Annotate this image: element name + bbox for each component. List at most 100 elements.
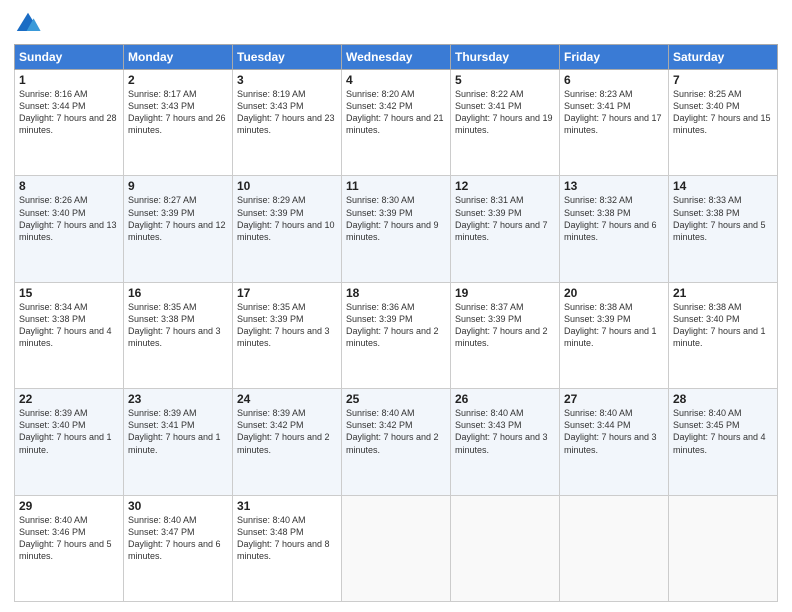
day-content: Sunrise: 8:40 AM Sunset: 3:43 PM Dayligh… — [455, 407, 555, 456]
day-number: 8 — [19, 179, 119, 193]
day-number: 5 — [455, 73, 555, 87]
weekday-header-row: SundayMondayTuesdayWednesdayThursdayFrid… — [15, 45, 778, 70]
day-content: Sunrise: 8:34 AM Sunset: 3:38 PM Dayligh… — [19, 301, 119, 350]
day-number: 9 — [128, 179, 228, 193]
day-number: 30 — [128, 499, 228, 513]
calendar-day-cell: 17Sunrise: 8:35 AM Sunset: 3:39 PM Dayli… — [233, 282, 342, 388]
day-number: 21 — [673, 286, 773, 300]
day-number: 16 — [128, 286, 228, 300]
day-content: Sunrise: 8:37 AM Sunset: 3:39 PM Dayligh… — [455, 301, 555, 350]
calendar-day-cell: 6Sunrise: 8:23 AM Sunset: 3:41 PM Daylig… — [560, 70, 669, 176]
calendar-day-cell: 19Sunrise: 8:37 AM Sunset: 3:39 PM Dayli… — [451, 282, 560, 388]
calendar-day-cell: 25Sunrise: 8:40 AM Sunset: 3:42 PM Dayli… — [342, 389, 451, 495]
day-number: 23 — [128, 392, 228, 406]
day-content: Sunrise: 8:40 AM Sunset: 3:42 PM Dayligh… — [346, 407, 446, 456]
calendar-day-cell: 18Sunrise: 8:36 AM Sunset: 3:39 PM Dayli… — [342, 282, 451, 388]
day-content: Sunrise: 8:40 AM Sunset: 3:46 PM Dayligh… — [19, 514, 119, 563]
day-content: Sunrise: 8:20 AM Sunset: 3:42 PM Dayligh… — [346, 88, 446, 137]
day-number: 14 — [673, 179, 773, 193]
calendar-day-cell: 5Sunrise: 8:22 AM Sunset: 3:41 PM Daylig… — [451, 70, 560, 176]
day-number: 31 — [237, 499, 337, 513]
day-number: 22 — [19, 392, 119, 406]
weekday-header-cell: Tuesday — [233, 45, 342, 70]
day-content: Sunrise: 8:29 AM Sunset: 3:39 PM Dayligh… — [237, 194, 337, 243]
calendar-table: SundayMondayTuesdayWednesdayThursdayFrid… — [14, 44, 778, 602]
weekday-header-cell: Friday — [560, 45, 669, 70]
calendar-day-cell: 9Sunrise: 8:27 AM Sunset: 3:39 PM Daylig… — [124, 176, 233, 282]
day-content: Sunrise: 8:31 AM Sunset: 3:39 PM Dayligh… — [455, 194, 555, 243]
calendar-day-cell: 7Sunrise: 8:25 AM Sunset: 3:40 PM Daylig… — [669, 70, 778, 176]
day-number: 20 — [564, 286, 664, 300]
calendar-day-cell: 31Sunrise: 8:40 AM Sunset: 3:48 PM Dayli… — [233, 495, 342, 601]
page: SundayMondayTuesdayWednesdayThursdayFrid… — [0, 0, 792, 612]
calendar-day-cell: 30Sunrise: 8:40 AM Sunset: 3:47 PM Dayli… — [124, 495, 233, 601]
day-content: Sunrise: 8:16 AM Sunset: 3:44 PM Dayligh… — [19, 88, 119, 137]
calendar-week-row: 15Sunrise: 8:34 AM Sunset: 3:38 PM Dayli… — [15, 282, 778, 388]
day-content: Sunrise: 8:40 AM Sunset: 3:48 PM Dayligh… — [237, 514, 337, 563]
day-content: Sunrise: 8:40 AM Sunset: 3:47 PM Dayligh… — [128, 514, 228, 563]
calendar-day-cell: 11Sunrise: 8:30 AM Sunset: 3:39 PM Dayli… — [342, 176, 451, 282]
day-number: 3 — [237, 73, 337, 87]
day-content: Sunrise: 8:26 AM Sunset: 3:40 PM Dayligh… — [19, 194, 119, 243]
day-number: 17 — [237, 286, 337, 300]
day-number: 25 — [346, 392, 446, 406]
day-number: 7 — [673, 73, 773, 87]
calendar-day-cell: 1Sunrise: 8:16 AM Sunset: 3:44 PM Daylig… — [15, 70, 124, 176]
day-content: Sunrise: 8:27 AM Sunset: 3:39 PM Dayligh… — [128, 194, 228, 243]
calendar-day-cell: 12Sunrise: 8:31 AM Sunset: 3:39 PM Dayli… — [451, 176, 560, 282]
calendar-day-cell: 23Sunrise: 8:39 AM Sunset: 3:41 PM Dayli… — [124, 389, 233, 495]
day-content: Sunrise: 8:35 AM Sunset: 3:39 PM Dayligh… — [237, 301, 337, 350]
calendar-day-cell: 26Sunrise: 8:40 AM Sunset: 3:43 PM Dayli… — [451, 389, 560, 495]
calendar-day-cell: 13Sunrise: 8:32 AM Sunset: 3:38 PM Dayli… — [560, 176, 669, 282]
calendar-day-cell: 29Sunrise: 8:40 AM Sunset: 3:46 PM Dayli… — [15, 495, 124, 601]
calendar-day-cell — [451, 495, 560, 601]
day-number: 15 — [19, 286, 119, 300]
header — [14, 10, 778, 38]
day-content: Sunrise: 8:17 AM Sunset: 3:43 PM Dayligh… — [128, 88, 228, 137]
day-content: Sunrise: 8:32 AM Sunset: 3:38 PM Dayligh… — [564, 194, 664, 243]
day-content: Sunrise: 8:33 AM Sunset: 3:38 PM Dayligh… — [673, 194, 773, 243]
calendar-day-cell — [669, 495, 778, 601]
calendar-week-row: 1Sunrise: 8:16 AM Sunset: 3:44 PM Daylig… — [15, 70, 778, 176]
day-number: 19 — [455, 286, 555, 300]
calendar-day-cell: 4Sunrise: 8:20 AM Sunset: 3:42 PM Daylig… — [342, 70, 451, 176]
day-content: Sunrise: 8:25 AM Sunset: 3:40 PM Dayligh… — [673, 88, 773, 137]
weekday-header-cell: Saturday — [669, 45, 778, 70]
logo-icon — [14, 10, 42, 38]
day-content: Sunrise: 8:19 AM Sunset: 3:43 PM Dayligh… — [237, 88, 337, 137]
weekday-header-cell: Monday — [124, 45, 233, 70]
day-number: 27 — [564, 392, 664, 406]
day-content: Sunrise: 8:30 AM Sunset: 3:39 PM Dayligh… — [346, 194, 446, 243]
weekday-header-cell: Sunday — [15, 45, 124, 70]
day-number: 12 — [455, 179, 555, 193]
calendar-day-cell: 3Sunrise: 8:19 AM Sunset: 3:43 PM Daylig… — [233, 70, 342, 176]
calendar-day-cell: 27Sunrise: 8:40 AM Sunset: 3:44 PM Dayli… — [560, 389, 669, 495]
logo — [14, 10, 46, 38]
day-number: 10 — [237, 179, 337, 193]
day-content: Sunrise: 8:38 AM Sunset: 3:40 PM Dayligh… — [673, 301, 773, 350]
calendar-day-cell — [560, 495, 669, 601]
calendar-day-cell: 28Sunrise: 8:40 AM Sunset: 3:45 PM Dayli… — [669, 389, 778, 495]
calendar-day-cell: 21Sunrise: 8:38 AM Sunset: 3:40 PM Dayli… — [669, 282, 778, 388]
calendar-day-cell — [342, 495, 451, 601]
day-number: 2 — [128, 73, 228, 87]
day-content: Sunrise: 8:22 AM Sunset: 3:41 PM Dayligh… — [455, 88, 555, 137]
day-content: Sunrise: 8:40 AM Sunset: 3:44 PM Dayligh… — [564, 407, 664, 456]
day-number: 29 — [19, 499, 119, 513]
day-number: 6 — [564, 73, 664, 87]
day-number: 28 — [673, 392, 773, 406]
day-number: 26 — [455, 392, 555, 406]
day-content: Sunrise: 8:38 AM Sunset: 3:39 PM Dayligh… — [564, 301, 664, 350]
day-number: 13 — [564, 179, 664, 193]
weekday-header-cell: Wednesday — [342, 45, 451, 70]
calendar-week-row: 22Sunrise: 8:39 AM Sunset: 3:40 PM Dayli… — [15, 389, 778, 495]
calendar-day-cell: 10Sunrise: 8:29 AM Sunset: 3:39 PM Dayli… — [233, 176, 342, 282]
day-content: Sunrise: 8:40 AM Sunset: 3:45 PM Dayligh… — [673, 407, 773, 456]
day-number: 18 — [346, 286, 446, 300]
calendar-day-cell: 2Sunrise: 8:17 AM Sunset: 3:43 PM Daylig… — [124, 70, 233, 176]
day-content: Sunrise: 8:36 AM Sunset: 3:39 PM Dayligh… — [346, 301, 446, 350]
day-content: Sunrise: 8:35 AM Sunset: 3:38 PM Dayligh… — [128, 301, 228, 350]
day-number: 11 — [346, 179, 446, 193]
day-number: 1 — [19, 73, 119, 87]
day-content: Sunrise: 8:39 AM Sunset: 3:41 PM Dayligh… — [128, 407, 228, 456]
